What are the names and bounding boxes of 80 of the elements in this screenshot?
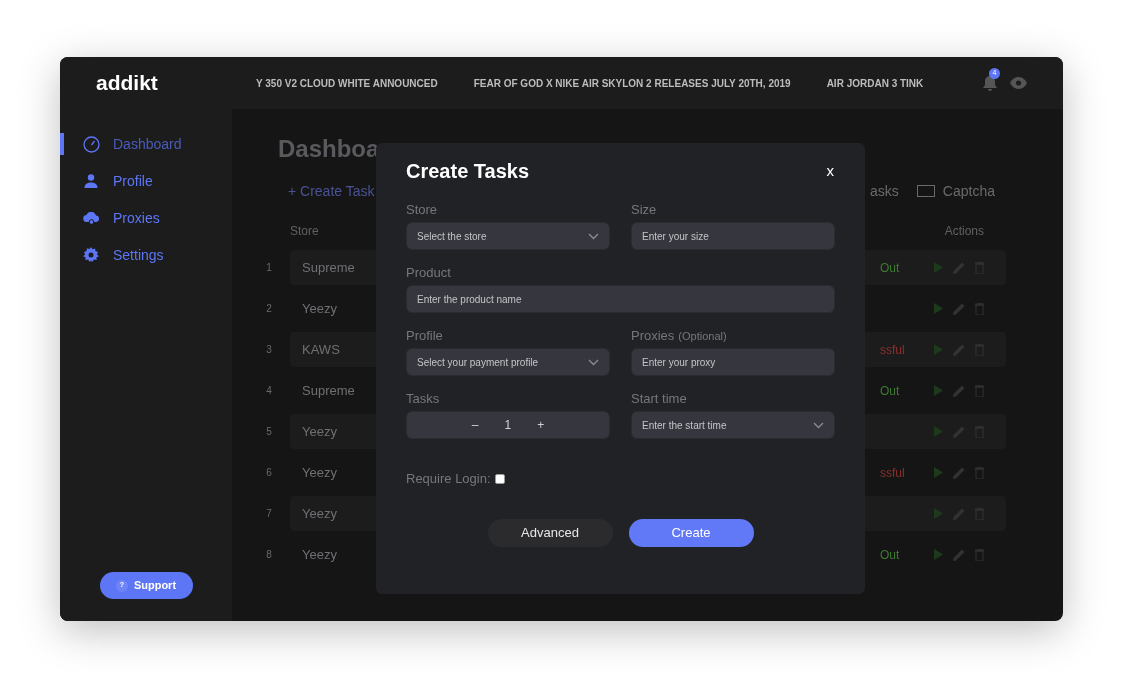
page-title: Dashboa <box>278 134 381 164</box>
table-cell-text: Yeezy <box>302 463 338 482</box>
field-label: Product <box>406 264 451 282</box>
play-icon[interactable] <box>934 344 943 355</box>
table-cell-text: Yeezy <box>302 504 338 523</box>
advanced-button[interactable]: Advanced <box>487 518 613 547</box>
eye-icon[interactable] <box>1010 77 1027 89</box>
dropdown[interactable]: Select the store <box>406 222 610 250</box>
row-number: 2 <box>265 302 273 316</box>
news-item[interactable]: AIR JORDAN 3 TINK <box>826 75 924 91</box>
field-label: Profile <box>406 327 443 345</box>
user-icon <box>84 174 98 188</box>
field-label: Tasks <box>406 390 440 408</box>
stepper-value: 1 <box>504 417 512 434</box>
row-number: 3 <box>265 343 273 357</box>
table-cell-text: KAWS <box>302 340 341 359</box>
minus-button[interactable]: – <box>471 416 479 434</box>
table-cell-text: Supreme <box>302 258 356 277</box>
row-number: 4 <box>265 384 273 398</box>
close-button[interactable]: x <box>826 159 834 183</box>
column-header: Store <box>290 223 319 240</box>
row-number: 8 <box>265 548 273 562</box>
pencil-icon[interactable] <box>953 548 965 561</box>
play-icon[interactable] <box>934 549 943 560</box>
pencil-icon[interactable] <box>953 384 965 397</box>
status-text: ssful <box>880 464 905 482</box>
play-icon[interactable] <box>934 426 943 437</box>
require-login-checkbox[interactable] <box>494 473 505 484</box>
sidebar-item[interactable]: Settings <box>113 244 164 266</box>
optional-note: (Optional) <box>678 329 727 344</box>
cloud-icon <box>82 211 100 225</box>
logo: addikt <box>96 70 159 97</box>
dropdown[interactable]: Select your payment profile <box>406 348 610 376</box>
status-text: Out <box>880 259 900 277</box>
captcha-icon <box>916 185 935 197</box>
field-label: Proxies <box>631 327 675 345</box>
status-text: Out <box>880 382 900 400</box>
news-item[interactable]: Y 350 V2 CLOUD WHITE ANNOUNCED <box>256 75 438 91</box>
column-header: Actions <box>944 223 984 240</box>
pencil-icon[interactable] <box>953 466 965 479</box>
table-cell-text: Yeezy <box>302 299 338 318</box>
input-field[interactable]: Enter the product name <box>406 285 835 313</box>
play-icon[interactable] <box>934 262 943 273</box>
play-icon[interactable] <box>934 467 943 478</box>
status-text: ssful <box>880 341 905 359</box>
field-label: Start time <box>631 390 687 408</box>
play-icon[interactable] <box>934 385 943 396</box>
require-login-label: Require Login: <box>406 470 491 488</box>
chevron-icon <box>588 358 599 366</box>
settings-icon <box>83 247 99 263</box>
table-cell-text: Yeezy <box>302 545 338 564</box>
row-number: 5 <box>265 425 273 439</box>
create-button[interactable]: Create <box>628 518 754 547</box>
sidebar-item[interactable]: Proxies <box>113 207 160 229</box>
field-label: Size <box>631 201 657 219</box>
gauge-icon <box>82 135 100 153</box>
sidebar-item[interactable]: Profile <box>113 170 153 192</box>
trash-icon[interactable] <box>975 548 984 561</box>
play-icon[interactable] <box>934 303 943 314</box>
plus-button[interactable]: + <box>537 416 545 434</box>
pencil-icon[interactable] <box>953 302 965 315</box>
dialog-title: Create Tasks <box>406 159 530 184</box>
bell-icon[interactable] <box>982 74 998 92</box>
table-cell-text: Yeezy <box>302 422 338 441</box>
input-field[interactable]: Enter your proxy <box>631 348 835 376</box>
chevron-icon <box>813 421 824 429</box>
trash-icon[interactable] <box>975 302 984 315</box>
dropdown[interactable]: Enter the start time <box>631 411 835 439</box>
field-label: Store <box>406 201 438 219</box>
row-number: 1 <box>265 261 273 275</box>
play-icon[interactable] <box>934 508 943 519</box>
trash-icon[interactable] <box>975 384 984 397</box>
chevron-icon <box>588 232 599 240</box>
status-text: Out <box>880 546 900 564</box>
trash-icon[interactable] <box>975 466 984 479</box>
input-field[interactable]: Enter your size <box>631 222 835 250</box>
row-number: 6 <box>265 466 273 480</box>
news-item[interactable]: FEAR OF GOD X NIKE AIR SKYLON 2 RELEASES JULY 20TH, 2019 <box>473 75 791 91</box>
row-number: 7 <box>265 507 273 521</box>
table-cell-text: Supreme <box>302 381 356 400</box>
